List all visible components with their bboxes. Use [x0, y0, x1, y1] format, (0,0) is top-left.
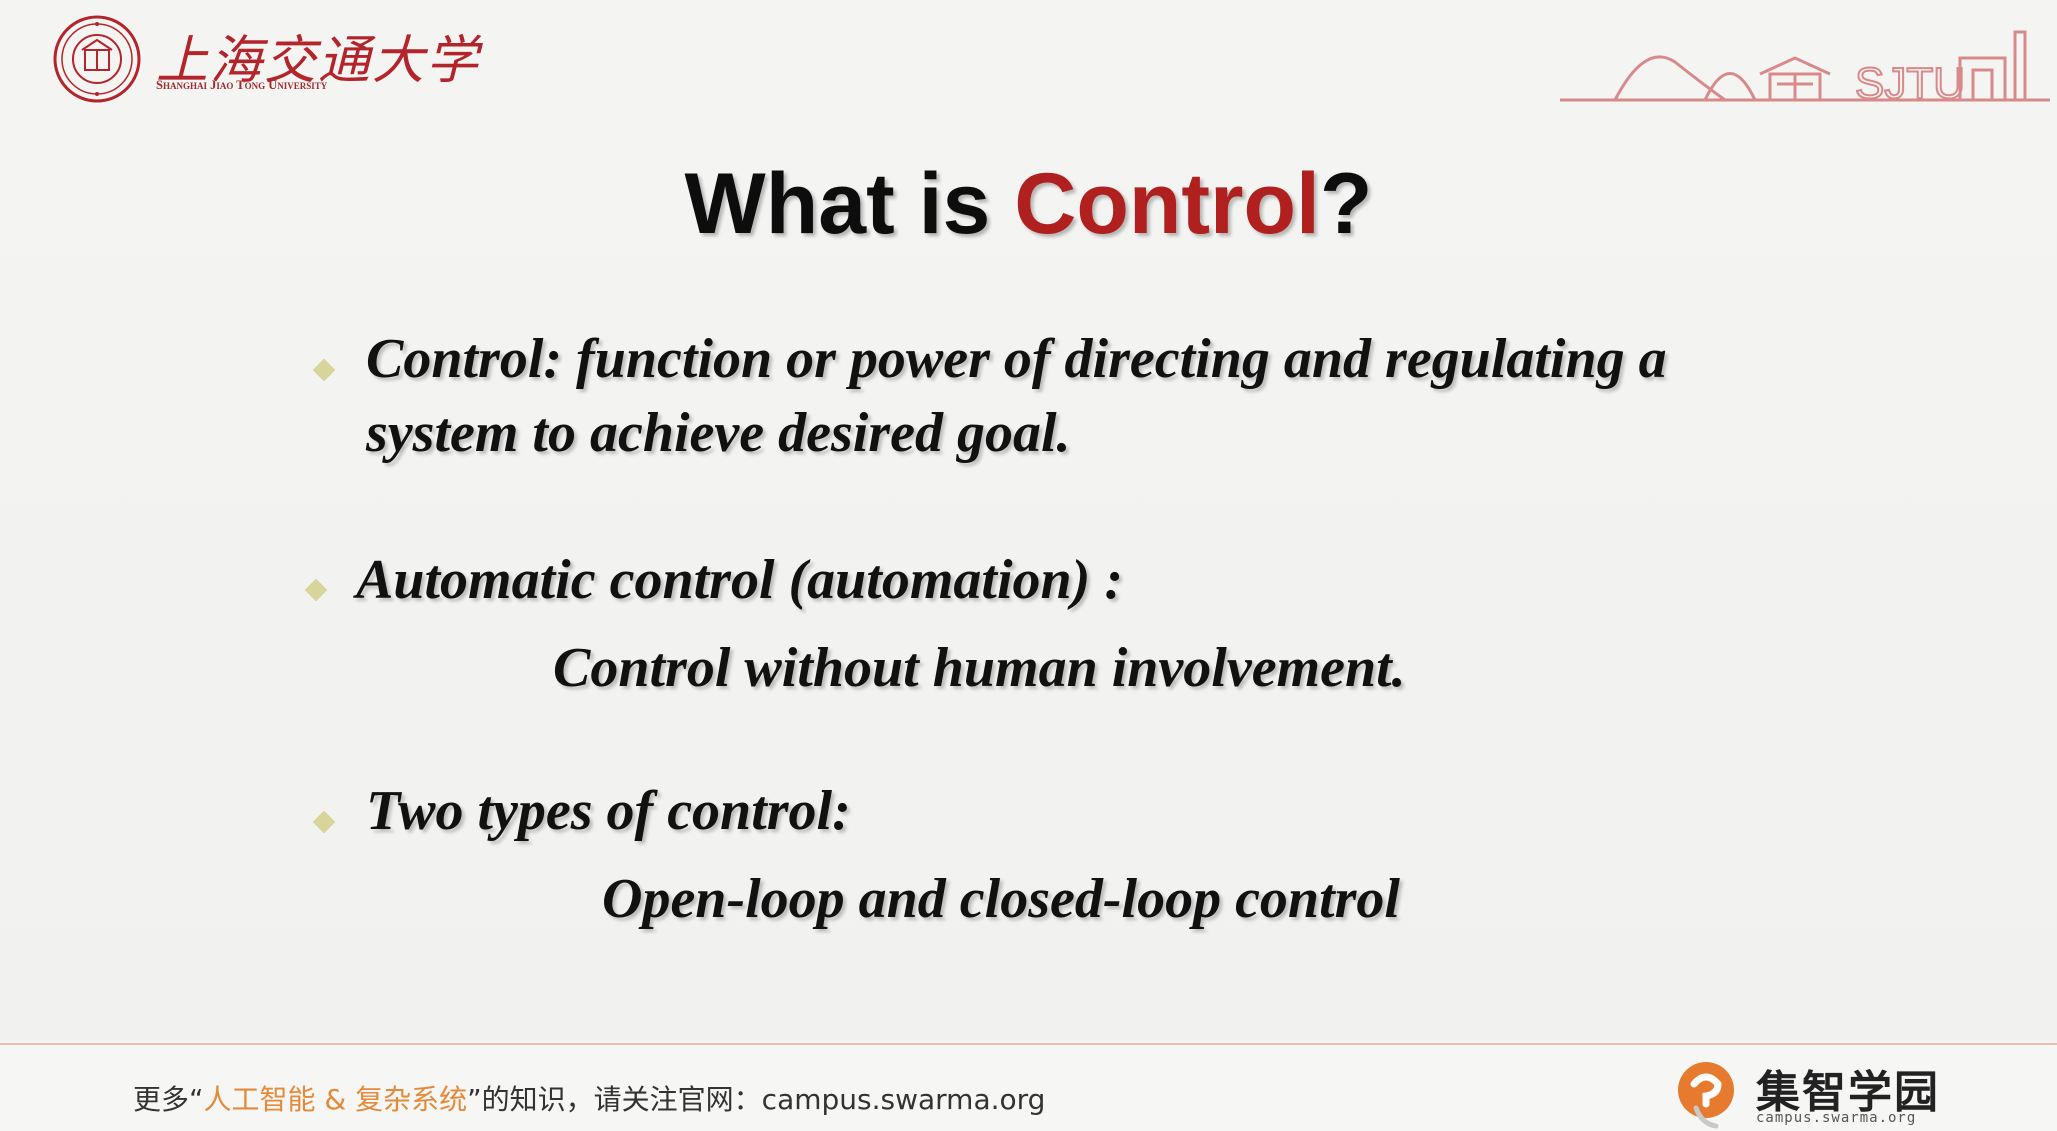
bullet-3-line-1: Two types of control:	[366, 780, 851, 842]
footer-prefix: 更多“	[133, 1083, 204, 1116]
swarma-logo-icon	[1678, 1062, 1734, 1129]
footer-url-link[interactable]: campus.swarma.org	[762, 1083, 1046, 1116]
bullet-2-line-2: Control without human involvement.	[553, 637, 1406, 699]
bullet-marker-icon	[304, 578, 328, 602]
sjtu-art-text: SJTU	[1855, 59, 1965, 106]
bullet-1-line-1: Control: function or power of directing …	[366, 328, 1667, 390]
bullet-3-line-2: Open-loop and closed-loop control	[602, 868, 1400, 930]
slide-canvas: 上海交通大学 Shanghai Jiao Tong University SJT…	[0, 0, 2057, 1040]
footer-suffix: ”的知识，请关注官网：	[467, 1083, 762, 1116]
university-name-en: Shanghai Jiao Tong University	[156, 78, 328, 92]
bullet-1-line-2: system to achieve desired goal.	[366, 402, 1071, 464]
university-logo: 上海交通大学 Shanghai Jiao Tong University	[52, 14, 478, 104]
brand-url: campus.swarma.org	[1756, 1110, 1917, 1126]
bullet-marker-icon	[312, 810, 336, 834]
bullet-marker-icon	[312, 358, 336, 382]
title-suffix: ?	[1319, 156, 1373, 252]
slide-title: What is Control?	[0, 155, 2057, 254]
bullet-2-line-1: Automatic control (automation) :	[356, 549, 1123, 611]
title-highlight: Control	[1014, 156, 1320, 252]
footer-highlight: 人工智能 & 复杂系统	[203, 1083, 468, 1116]
footer-promo-text: 更多“人工智能 & 复杂系统”的知识，请关注官网：campus.swarma.o…	[133, 1078, 1045, 1118]
title-prefix: What is	[684, 156, 1015, 252]
sjtu-line-art: SJTU	[1560, 30, 2050, 106]
university-seal-icon	[53, 15, 141, 103]
